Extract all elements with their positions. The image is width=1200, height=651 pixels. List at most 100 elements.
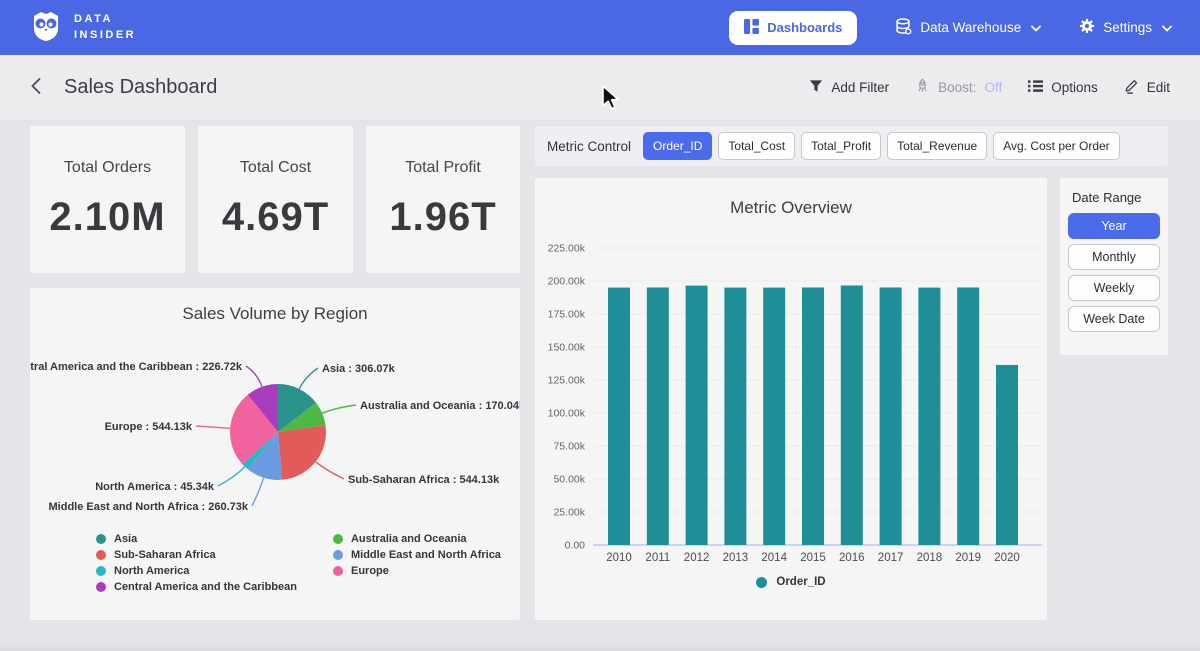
y-tick-4: 100.00k xyxy=(548,408,586,420)
pie-callout-line xyxy=(196,426,230,428)
date-range-option-year[interactable]: Year xyxy=(1068,213,1160,239)
legend-dot xyxy=(96,582,106,592)
x-tick-2017: 2017 xyxy=(878,552,904,564)
nav-item-label: Settings xyxy=(1103,20,1152,35)
bar-2016[interactable] xyxy=(841,285,863,545)
kpi-card-total-profit: Total Profit 1.96T xyxy=(366,126,520,273)
edit-button[interactable]: Edit xyxy=(1124,78,1170,97)
bar-2019[interactable] xyxy=(957,287,979,545)
legend-dot xyxy=(96,534,106,544)
date-range-panel: Date Range Year Monthly Weekly Week Date xyxy=(1060,178,1168,355)
x-tick-2018: 2018 xyxy=(917,552,943,564)
date-range-options: Year Monthly Weekly Week Date xyxy=(1068,213,1160,332)
legend-item-central-america-and-the-caribbean[interactable]: Central America and the Caribbean xyxy=(96,581,297,593)
chevron-down-icon xyxy=(1162,20,1172,35)
legend-item-north-america[interactable]: North America xyxy=(96,565,297,577)
nav-item-settings[interactable]: Settings xyxy=(1079,18,1172,37)
date-range-option-weekly[interactable]: Weekly xyxy=(1068,275,1160,301)
y-tick-8: 200.00k xyxy=(548,276,586,288)
legend-item-europe[interactable]: Europe xyxy=(333,565,501,577)
legend-label: Middle East and North Africa xyxy=(351,549,501,561)
legend-label: Europe xyxy=(351,565,389,577)
dashboard-grid-icon xyxy=(744,19,759,37)
bar-2018[interactable] xyxy=(918,288,940,545)
top-navbar: DATA INSIDER Dashboards xyxy=(0,0,1200,55)
legend-label: Sub-Saharan Africa xyxy=(114,549,216,561)
legend-item-asia[interactable]: Asia xyxy=(96,533,297,545)
pie-callout-line xyxy=(299,368,318,389)
metric-option-order-id[interactable]: Order_ID xyxy=(643,132,712,160)
chevron-down-icon xyxy=(1031,20,1041,35)
pie-callout-line xyxy=(246,366,262,387)
y-tick-9: 225.00k xyxy=(548,243,586,255)
nav-item-dashboards[interactable]: Dashboards xyxy=(729,11,857,45)
nav-item-label: Dashboards xyxy=(767,20,842,35)
bar-chart: 0.0025.00k50.00k75.00k100.00k125.00k150.… xyxy=(535,238,1047,568)
x-tick-2013: 2013 xyxy=(723,552,749,564)
nav-item-label: Data Warehouse xyxy=(920,20,1021,35)
metric-option-total-revenue[interactable]: Total_Revenue xyxy=(887,132,987,160)
x-tick-2014: 2014 xyxy=(761,552,787,564)
chevron-left-icon xyxy=(30,77,42,98)
x-tick-2020: 2020 xyxy=(994,552,1020,564)
bar-legend-order-id[interactable]: Order_ID xyxy=(535,576,1047,588)
brand-logo[interactable]: DATA INSIDER xyxy=(28,7,136,48)
date-range-option-week-date[interactable]: Week Date xyxy=(1068,306,1160,332)
pie-slice-sub-saharan-africa[interactable] xyxy=(278,425,326,480)
legend-item-australia-and-oceania[interactable]: Australia and Oceania xyxy=(333,533,501,545)
metric-option-total-profit[interactable]: Total_Profit xyxy=(801,132,881,160)
back-button[interactable] xyxy=(30,77,42,98)
date-range-option-monthly[interactable]: Monthly xyxy=(1068,244,1160,270)
metric-option-total-cost[interactable]: Total_Cost xyxy=(718,132,795,160)
y-tick-6: 150.00k xyxy=(548,342,586,354)
boost-toggle[interactable]: Boost: Off xyxy=(915,78,1002,97)
bar-2013[interactable] xyxy=(724,288,746,545)
metric-control-bar: Metric Control Order_IDTotal_CostTotal_P… xyxy=(535,126,1168,166)
kpi-value: 2.10M xyxy=(49,195,165,240)
metric-overview-panel: Metric Overview 0.0025.00k50.00k75.00k10… xyxy=(535,178,1047,620)
boost-state: Off xyxy=(984,80,1002,95)
date-range-label: Date Range xyxy=(1072,190,1160,205)
metric-options: Order_IDTotal_CostTotal_ProfitTotal_Reve… xyxy=(643,132,1120,160)
sales-volume-panel: Sales Volume by Region Asia : 306.07kAus… xyxy=(30,288,520,620)
metric-option-avg-cost-per-order[interactable]: Avg. Cost per Order xyxy=(993,132,1120,160)
kpi-card-total-cost: Total Cost 4.69T xyxy=(198,126,353,273)
legend-label: Australia and Oceania xyxy=(351,533,467,545)
gear-icon xyxy=(1079,18,1095,37)
legend-item-sub-saharan-africa[interactable]: Sub-Saharan Africa xyxy=(96,549,297,561)
y-tick-7: 175.00k xyxy=(548,309,586,321)
x-tick-2011: 2011 xyxy=(645,552,670,564)
pencil-icon xyxy=(1124,78,1139,97)
metric-control-label: Metric Control xyxy=(547,139,631,154)
bar-2012[interactable] xyxy=(686,286,708,545)
bar-2014[interactable] xyxy=(763,288,785,545)
pie-label-middle-east-and-north-africa: Middle East and North Africa : 260.73k xyxy=(49,501,249,513)
y-tick-1: 25.00k xyxy=(553,507,585,519)
sales-dashboard-app: DATA INSIDER Dashboards xyxy=(0,0,1200,651)
options-button[interactable]: Options xyxy=(1028,79,1098,96)
pie-legend: Asia Sub-Saharan Africa North America Centr… xyxy=(96,533,501,593)
bar-2010[interactable] xyxy=(608,288,630,545)
bottom-shade xyxy=(0,644,1200,651)
pie-label-asia: Asia : 306.07k xyxy=(322,363,396,375)
legend-item-middle-east-and-north-africa[interactable]: Middle East and North Africa xyxy=(333,549,501,561)
kpi-label: Total Cost xyxy=(240,159,311,177)
action-label: Edit xyxy=(1147,80,1170,95)
bar-2017[interactable] xyxy=(880,287,902,545)
legend-dot xyxy=(333,550,343,560)
database-icon xyxy=(895,18,912,38)
pie-label-sub-saharan-africa: Sub-Saharan Africa : 544.13k xyxy=(348,474,500,486)
pie-callout-line xyxy=(218,467,245,486)
action-label: Boost: xyxy=(938,80,976,95)
legend-label: Central America and the Caribbean xyxy=(114,581,297,593)
bar-2015[interactable] xyxy=(802,287,824,545)
x-tick-2019: 2019 xyxy=(955,552,981,564)
bar-2011[interactable] xyxy=(647,287,669,545)
legend-label: Asia xyxy=(114,533,137,545)
nav-item-data-warehouse[interactable]: Data Warehouse xyxy=(895,18,1041,38)
bar-2020[interactable] xyxy=(996,365,1018,545)
legend-label: Order_ID xyxy=(776,576,825,588)
legend-dot xyxy=(96,550,106,560)
pie-label-europe: Europe : 544.13k xyxy=(105,421,193,433)
add-filter-button[interactable]: Add Filter xyxy=(809,79,889,96)
